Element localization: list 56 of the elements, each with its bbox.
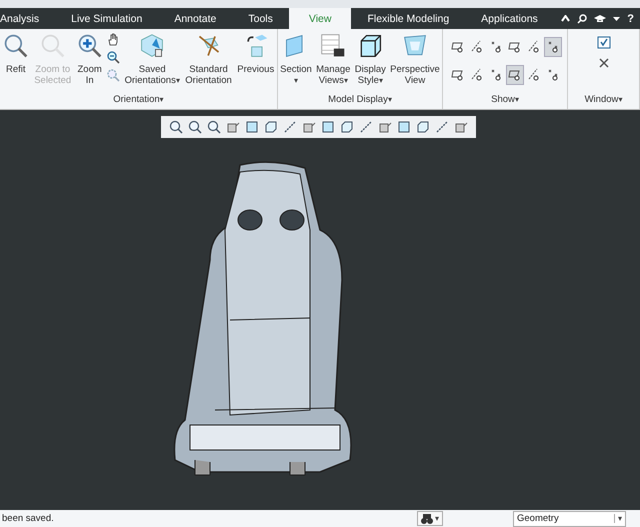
ribbon-button[interactable]: Manage Views▾ bbox=[315, 31, 352, 92]
find-button[interactable]: ▾ bbox=[417, 511, 443, 526]
toolbar-icon[interactable] bbox=[302, 120, 316, 134]
toolbar-icon[interactable] bbox=[168, 120, 182, 134]
caret-icon[interactable] bbox=[613, 16, 620, 20]
toolbar-icon[interactable] bbox=[416, 120, 430, 134]
display-toggle-button[interactable] bbox=[544, 37, 562, 57]
selection-filter-dropdown[interactable]: Geometry ▾ bbox=[513, 510, 626, 526]
toolbar-icon[interactable] bbox=[454, 120, 468, 134]
ribbon-tab[interactable]: Flexible Modeling bbox=[351, 8, 466, 29]
magnifier-icon bbox=[2, 33, 29, 59]
toolbar-icon[interactable] bbox=[282, 120, 296, 134]
ribbon-button[interactable]: Standard Orientation bbox=[184, 31, 233, 92]
ribbon-tab[interactable]: Analysis bbox=[0, 8, 56, 29]
ribbon-tab[interactable]: Annotate bbox=[158, 8, 232, 29]
ribbon-tab[interactable]: Tools bbox=[232, 8, 289, 29]
graduation-cap-icon[interactable] bbox=[594, 14, 606, 22]
toolbar-icon[interactable] bbox=[396, 120, 410, 134]
pan-hand-icon[interactable] bbox=[107, 33, 120, 46]
zoom-in-icon bbox=[76, 33, 103, 59]
zoom-out-icon[interactable] bbox=[107, 51, 120, 64]
ribbon-button[interactable]: Display Style▾ bbox=[354, 31, 387, 92]
group-label[interactable]: Show▾ bbox=[491, 92, 519, 109]
toolbar-icon[interactable] bbox=[378, 120, 392, 134]
group-label[interactable]: Window▾ bbox=[584, 92, 622, 109]
ribbon-button[interactable]: Zoom In bbox=[76, 31, 104, 92]
binoculars-icon bbox=[421, 512, 433, 524]
toolbar-icon[interactable] bbox=[358, 120, 372, 134]
ribbon-button[interactable]: Saved Orientations▾ bbox=[124, 31, 181, 92]
cube-icon bbox=[139, 33, 166, 59]
toolbar-icon[interactable] bbox=[320, 120, 334, 134]
close-icon[interactable] bbox=[598, 57, 610, 69]
toolbar-icon[interactable] bbox=[340, 120, 354, 134]
toolbar-icon[interactable] bbox=[206, 120, 220, 134]
toolbar-icon[interactable] bbox=[226, 120, 240, 134]
ribbon-tab[interactable]: Applications bbox=[465, 8, 554, 29]
toolbar-icon[interactable] bbox=[264, 120, 278, 134]
ribbon-tab[interactable]: Live Simulation bbox=[55, 8, 158, 29]
ribbon-button[interactable]: Section ▾ bbox=[279, 31, 313, 92]
ribbon-button[interactable]: Refit bbox=[2, 31, 30, 92]
views-list-icon bbox=[320, 33, 346, 59]
ribbon-button[interactable]: Previous bbox=[236, 31, 276, 92]
group-label[interactable]: Model Display▾ bbox=[328, 92, 392, 109]
status-message: been saved. bbox=[1, 513, 54, 524]
toolbar-icon[interactable] bbox=[434, 120, 448, 134]
magnifier-icon bbox=[40, 33, 66, 59]
group-label[interactable]: Orientation▾ bbox=[113, 92, 164, 109]
help-button[interactable]: ? bbox=[627, 12, 634, 24]
ribbon-tab[interactable]: View bbox=[288, 8, 352, 29]
toolbar-icon[interactable] bbox=[188, 120, 202, 134]
window-check-icon[interactable] bbox=[596, 35, 610, 49]
collapse-icon[interactable] bbox=[561, 15, 570, 22]
search-icon[interactable] bbox=[577, 14, 588, 24]
toolbar-icon[interactable] bbox=[244, 120, 258, 134]
ribbon-button[interactable]: Perspective View bbox=[389, 31, 441, 92]
display-toggle-button[interactable] bbox=[506, 64, 524, 84]
